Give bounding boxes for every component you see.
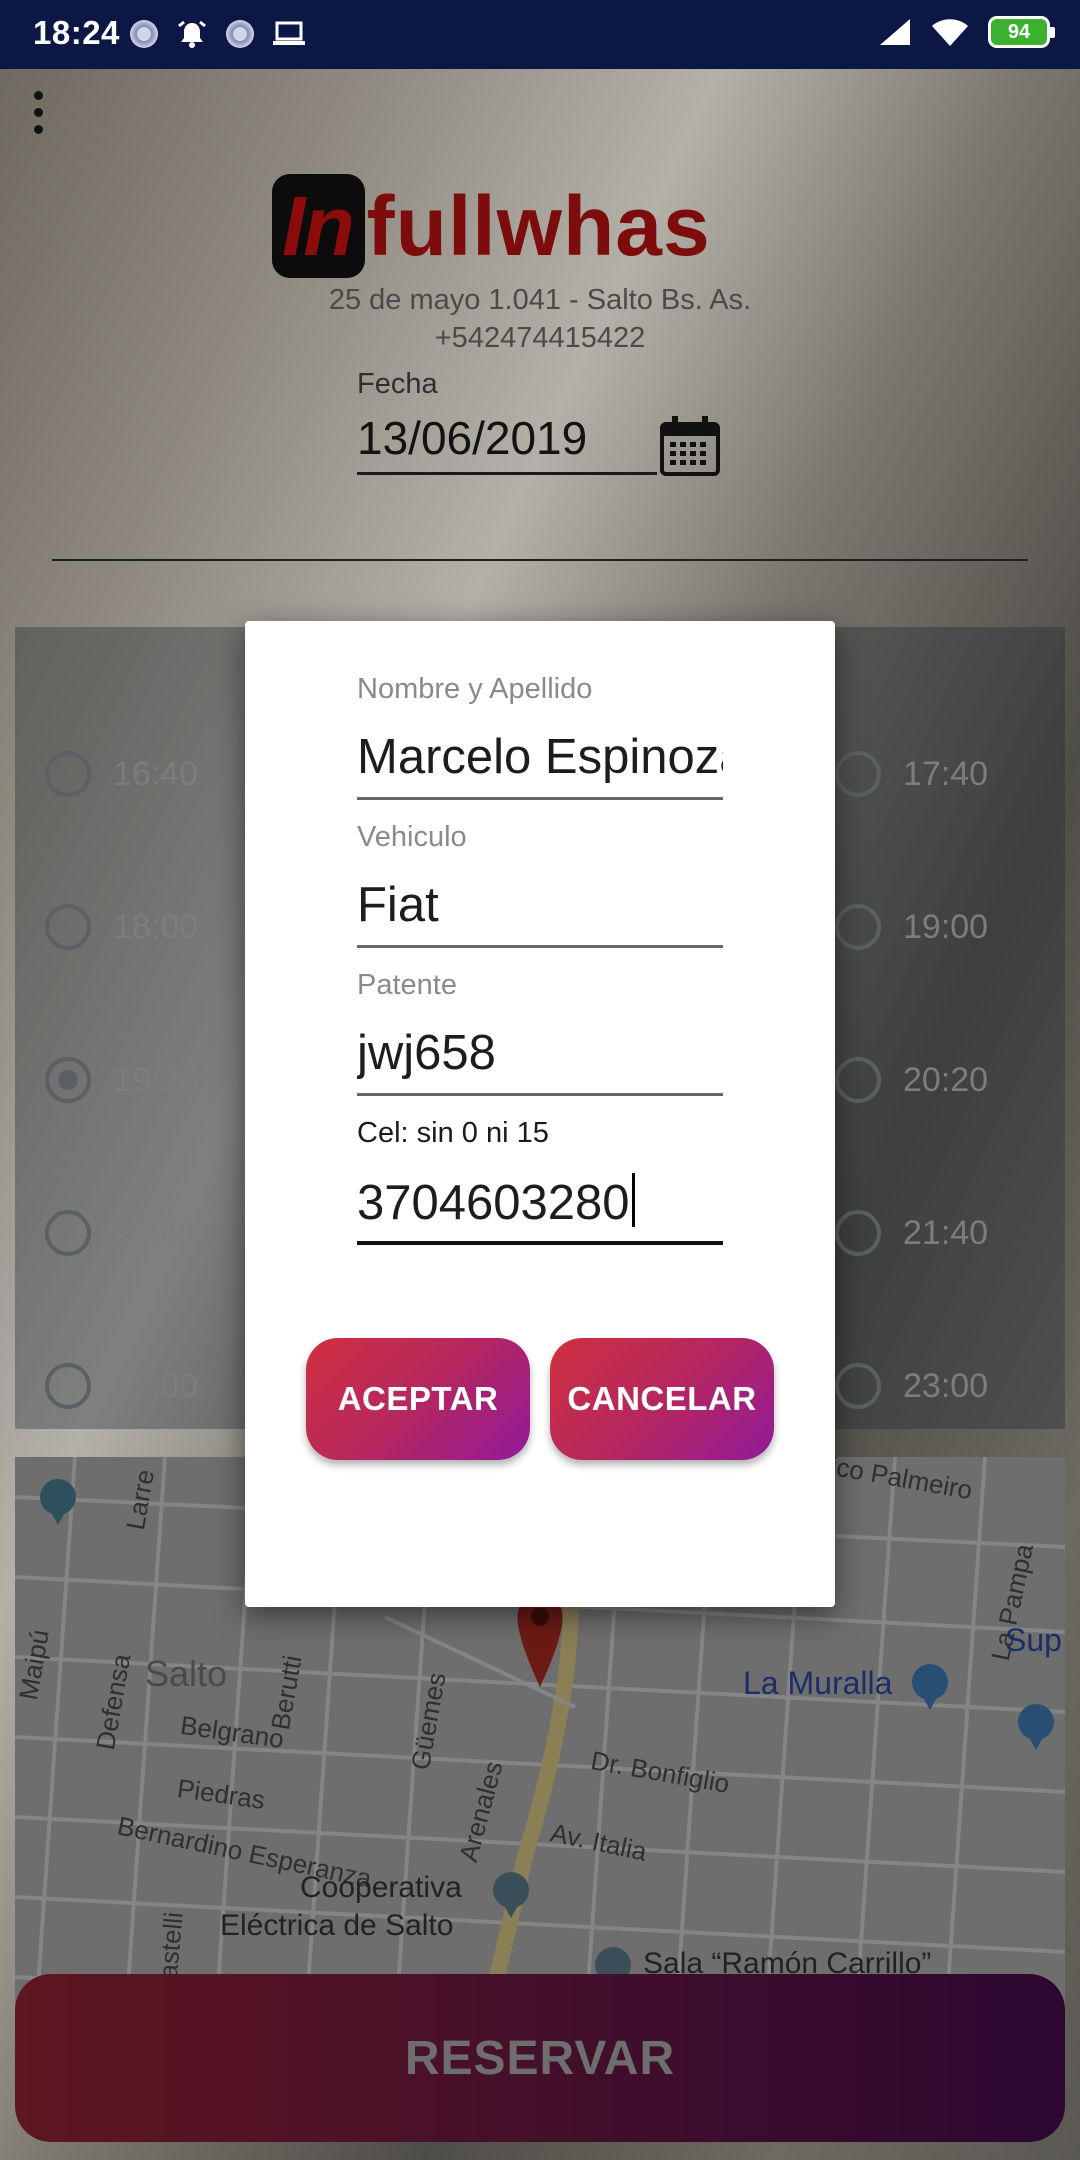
radio-button[interactable] <box>45 904 91 950</box>
divider <box>52 559 1028 561</box>
fecha-label: Fecha <box>357 368 438 400</box>
battery-icon: 94 <box>988 16 1055 48</box>
nombre-label: Nombre y Apellido <box>357 673 593 705</box>
slot-2200[interactable]: 22:00 <box>45 1363 198 1409</box>
slot-label: 16:40 <box>113 754 199 793</box>
slot-1640[interactable]: 16:40 <box>45 751 198 797</box>
slot-label: 22:00 <box>113 1366 199 1405</box>
radio-button[interactable] <box>835 1057 881 1103</box>
radio-button[interactable] <box>45 1210 91 1256</box>
slot-label: 19:00 <box>903 907 989 946</box>
aceptar-button[interactable]: ACEPTAR <box>306 1338 530 1460</box>
system-icons: 94 <box>878 16 1055 48</box>
signal-icon <box>880 19 910 45</box>
vehiculo-input[interactable]: Fiat <box>357 877 723 933</box>
map-label-salto: Salto <box>145 1653 228 1694</box>
alarm-icon <box>178 20 206 48</box>
reservation-dialog: Nombre y Apellido Marcelo Espinoza Vehic… <box>245 621 835 1607</box>
brand-logo: In fullwhas <box>272 173 711 279</box>
radio-button[interactable] <box>835 904 881 950</box>
slot-2140[interactable]: 21:40 <box>835 1210 988 1256</box>
radio-button[interactable] <box>45 1363 91 1409</box>
slot-2300[interactable]: 23:00 <box>835 1363 988 1409</box>
slot-1740[interactable]: 17:40 <box>835 751 988 797</box>
phone-line: +542474415422 <box>434 322 646 354</box>
logo-text: fullwhas <box>366 178 711 273</box>
cancelar-button[interactable]: CANCELAR <box>550 1338 774 1460</box>
laptop-icon <box>273 21 305 45</box>
nombre-underline <box>357 797 723 800</box>
wifi-icon <box>932 19 968 46</box>
cel-underline <box>357 1241 723 1245</box>
map-label-sup: Sup <box>1005 1622 1062 1658</box>
fecha-underline <box>357 472 657 475</box>
map-label-cooperativa: Cooperativa <box>300 1871 462 1904</box>
slot-1800[interactable]: 18:00 <box>45 904 198 950</box>
notification-icons <box>130 18 306 50</box>
status-bar: 18:24 94 <box>0 0 1080 69</box>
slot-1920[interactable]: 19:20 <box>45 1057 198 1103</box>
patente-input[interactable]: jwj658 <box>357 1025 723 1081</box>
slot-label: 23:00 <box>903 1366 989 1405</box>
slot-label: 19:20 <box>113 1060 199 1099</box>
radio-button[interactable] <box>835 1363 881 1409</box>
radio-button-checked[interactable] <box>45 1057 91 1103</box>
slot-2040[interactable]: 20:40 <box>45 1210 198 1256</box>
address: 25 de mayo 1.041 - Salto Bs. As. +542474… <box>0 281 1080 357</box>
map-label-electrica: Eléctrica de Salto <box>220 1909 454 1942</box>
radio-button[interactable] <box>45 751 91 797</box>
map-label-la-muralla: La Muralla <box>743 1665 893 1701</box>
slot-label: 20:40 <box>113 1213 199 1252</box>
radio-button[interactable] <box>835 751 881 797</box>
nombre-input[interactable]: Marcelo Espinoza <box>357 729 723 785</box>
notification-dot-icon <box>130 20 158 48</box>
vehiculo-underline <box>357 945 723 948</box>
calendar-icon[interactable] <box>658 414 722 478</box>
notification-dot-icon <box>226 20 254 48</box>
cel-value: 3704603280 <box>357 1176 630 1230</box>
address-line: 25 de mayo 1.041 - Salto Bs. As. <box>328 284 752 316</box>
patente-underline <box>357 1093 723 1096</box>
map-pin-icon <box>517 1597 563 1687</box>
reservar-button[interactable]: RESERVAR <box>15 1974 1065 2142</box>
logo-in: In <box>272 174 365 278</box>
fecha-input[interactable]: 13/06/2019 <box>357 411 587 465</box>
slot-label: 20:20 <box>903 1060 989 1099</box>
cel-label: Cel: sin 0 ni 15 <box>357 1117 549 1149</box>
vehiculo-label: Vehiculo <box>357 821 467 853</box>
patente-label: Patente <box>357 969 457 1001</box>
slot-2020[interactable]: 20:20 <box>835 1057 988 1103</box>
status-time: 18:24 <box>33 14 120 51</box>
slot-label: 18:00 <box>113 907 199 946</box>
cel-input[interactable]: 3704603280 <box>357 1173 723 1231</box>
slot-label: 21:40 <box>903 1213 989 1252</box>
slot-label: 17:40 <box>903 754 989 793</box>
text-cursor <box>631 1173 635 1227</box>
radio-button[interactable] <box>835 1210 881 1256</box>
overflow-menu-icon[interactable] <box>34 91 44 134</box>
slot-1900[interactable]: 19:00 <box>835 904 988 950</box>
